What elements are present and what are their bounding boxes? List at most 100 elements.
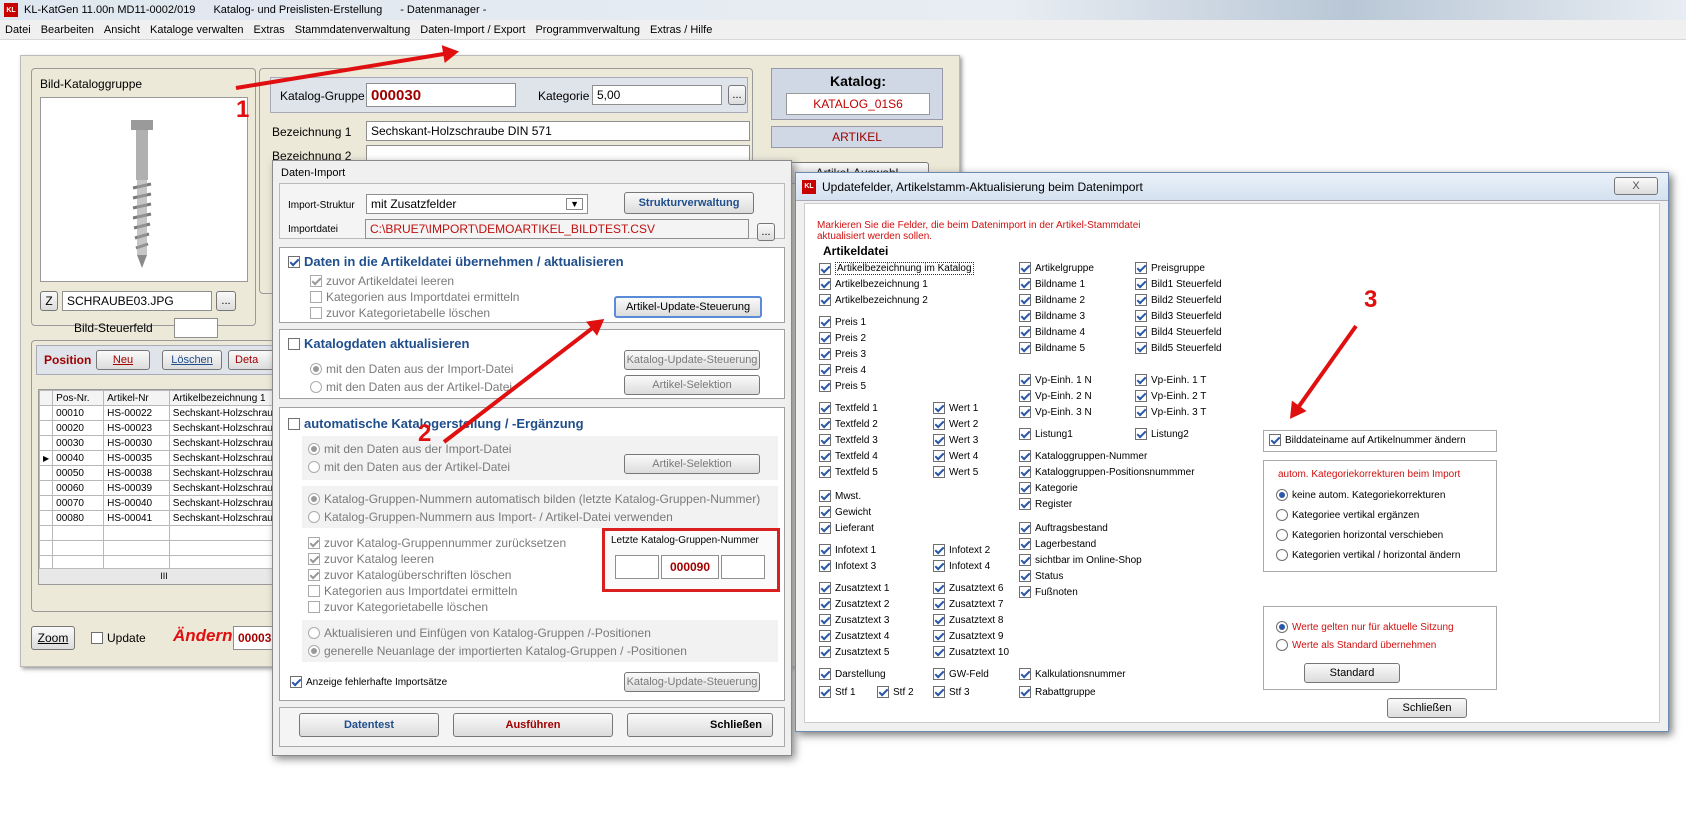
korr-keine-radio[interactable] bbox=[1276, 489, 1288, 501]
col1-checkbox[interactable] bbox=[819, 614, 831, 626]
korr-beide-radio[interactable] bbox=[1276, 549, 1288, 561]
col1-item[interactable]: Infotext 1 bbox=[819, 544, 876, 556]
nummern-datei-radio[interactable] bbox=[308, 511, 320, 523]
col1-checkbox[interactable] bbox=[819, 364, 831, 376]
col2-item[interactable]: Zusatztext 7 bbox=[933, 598, 1003, 610]
col3-item[interactable]: Auftragsbestand bbox=[1019, 522, 1108, 534]
col1-item[interactable]: Preis 1 bbox=[819, 316, 866, 328]
col2-checkbox[interactable] bbox=[933, 668, 945, 680]
col1-checkbox[interactable] bbox=[819, 646, 831, 658]
auto-artikel-selektion-button[interactable]: Artikel-Selektion bbox=[624, 454, 760, 474]
col2-checkbox[interactable] bbox=[933, 450, 945, 462]
image-filename-field[interactable]: SCHRAUBE03.JPG bbox=[62, 291, 212, 311]
col2-item[interactable]: Wert 1 bbox=[933, 402, 978, 414]
col3-checkbox[interactable] bbox=[1019, 390, 1031, 402]
col2-item[interactable]: Stf 2 bbox=[877, 686, 914, 698]
s3-kategorietabelle-loeschen-checkbox[interactable] bbox=[308, 601, 320, 613]
col3-item[interactable]: Kataloggruppen-Positionsnummmer bbox=[1019, 466, 1195, 478]
col3-item[interactable]: Rabattgruppe bbox=[1019, 686, 1096, 698]
col2-checkbox[interactable] bbox=[933, 402, 945, 414]
col1-item[interactable]: Preis 2 bbox=[819, 332, 866, 344]
ausfuehren-button[interactable]: Ausführen bbox=[453, 713, 613, 737]
bilddateiname-checkbox[interactable] bbox=[1269, 434, 1281, 446]
menu-kataloge[interactable]: Kataloge verwalten bbox=[145, 24, 249, 36]
artikel-update-steuerung-button[interactable]: Artikel-Update-Steuerung bbox=[614, 296, 762, 318]
col2-checkbox[interactable] bbox=[933, 630, 945, 642]
col2-item[interactable]: Stf 3 bbox=[933, 686, 970, 698]
col2-item[interactable]: Zusatztext 9 bbox=[933, 630, 1003, 642]
zoom-z-button[interactable]: Z bbox=[40, 291, 58, 311]
col4-item[interactable]: Vp-Einh. 2 T bbox=[1135, 390, 1206, 402]
col4-item[interactable]: Preisgruppe bbox=[1135, 262, 1205, 274]
katalog-leeren-checkbox[interactable] bbox=[308, 553, 320, 565]
col4-item[interactable]: Bild5 Steuerfeld bbox=[1135, 342, 1222, 354]
artikel-badge[interactable]: ARTIKEL bbox=[771, 126, 943, 148]
table-row[interactable]: 00070 HS-00040 Sechskant-Holzschraube bbox=[39, 495, 287, 511]
col3-item[interactable]: Register bbox=[1019, 498, 1072, 510]
col2-checkbox[interactable] bbox=[933, 434, 945, 446]
col4-checkbox[interactable] bbox=[1135, 342, 1147, 354]
col2-item[interactable]: Zusatztext 6 bbox=[933, 582, 1003, 594]
neu-button[interactable]: Neu bbox=[96, 350, 150, 370]
col1-checkbox[interactable] bbox=[819, 506, 831, 518]
col3-checkbox[interactable] bbox=[1019, 310, 1031, 322]
col3-checkbox[interactable] bbox=[1019, 450, 1031, 462]
col3-checkbox[interactable] bbox=[1019, 498, 1031, 510]
col3-item[interactable]: sichtbar im Online-Shop bbox=[1019, 554, 1142, 566]
col3-checkbox[interactable] bbox=[1019, 570, 1031, 582]
col2-item[interactable]: GW-Feld bbox=[933, 668, 989, 680]
standard-button[interactable]: Standard bbox=[1304, 663, 1400, 683]
table-row[interactable]: 00080 HS-00041 Sechskant-Holzschraube bbox=[39, 510, 287, 526]
col3-checkbox[interactable] bbox=[1019, 342, 1031, 354]
col3-item[interactable]: Artikelgruppe bbox=[1019, 262, 1094, 274]
col1-item[interactable]: Darstellung bbox=[819, 668, 886, 680]
col1-checkbox[interactable] bbox=[819, 560, 831, 572]
nummern-auto-radio[interactable] bbox=[308, 493, 320, 505]
col3-item[interactable]: Bildname 3 bbox=[1019, 310, 1085, 322]
col3-checkbox[interactable] bbox=[1019, 326, 1031, 338]
col1-checkbox[interactable] bbox=[819, 332, 831, 344]
col-header-bez[interactable]: Artikelbezeichnung 1 bbox=[168, 390, 287, 406]
col1-item[interactable]: Preis 5 bbox=[819, 380, 866, 392]
col1-checkbox[interactable] bbox=[819, 544, 831, 556]
menu-stammdaten[interactable]: Stammdatenverwaltung bbox=[290, 24, 416, 36]
col3-checkbox[interactable] bbox=[1019, 482, 1031, 494]
col3-checkbox[interactable] bbox=[1019, 538, 1031, 550]
col1-item[interactable]: Textfeld 3 bbox=[819, 434, 878, 446]
col3-item[interactable]: Bildname 4 bbox=[1019, 326, 1085, 338]
col4-item[interactable]: Bild4 Steuerfeld bbox=[1135, 326, 1222, 338]
katalog-artikel-radio[interactable] bbox=[310, 381, 322, 393]
menu-bearbeiten[interactable]: Bearbeiten bbox=[36, 24, 99, 36]
aktualisieren-einfuegen-radio[interactable] bbox=[308, 627, 320, 639]
artikel-selektion-button[interactable]: Artikel-Selektion bbox=[624, 375, 760, 395]
col3-item[interactable]: Kalkulationsnummer bbox=[1019, 668, 1126, 680]
letzte-nummer-value[interactable]: 000090 bbox=[661, 555, 719, 579]
col4-checkbox[interactable] bbox=[1135, 294, 1147, 306]
katalog-update-steuerung-button[interactable]: Katalog-Update-Steuerung bbox=[624, 350, 760, 370]
col3-checkbox[interactable] bbox=[1019, 586, 1031, 598]
col1-item[interactable]: Gewicht bbox=[819, 506, 871, 518]
col1-checkbox[interactable] bbox=[819, 582, 831, 594]
daten-uebernehmen-checkbox[interactable] bbox=[288, 255, 300, 268]
col2-checkbox[interactable] bbox=[933, 614, 945, 626]
col2-item[interactable]: Zusatztext 10 bbox=[933, 646, 1009, 658]
col3-checkbox[interactable] bbox=[1019, 428, 1031, 440]
col2-checkbox[interactable] bbox=[933, 598, 945, 610]
col1-item[interactable]: Artikelbezeichnung 1 bbox=[819, 278, 928, 290]
col3-checkbox[interactable] bbox=[1019, 374, 1031, 386]
col3-checkbox[interactable] bbox=[1019, 466, 1031, 478]
col2-checkbox[interactable] bbox=[933, 686, 945, 698]
col3-checkbox[interactable] bbox=[1019, 686, 1031, 698]
col1-checkbox[interactable] bbox=[819, 668, 831, 680]
col1-checkbox[interactable] bbox=[819, 380, 831, 392]
strukturverwaltung-button[interactable]: Strukturverwaltung bbox=[624, 192, 754, 214]
menu-programmverwaltung[interactable]: Programmverwaltung bbox=[530, 24, 645, 36]
col3-item[interactable]: Status bbox=[1019, 570, 1063, 582]
neuanlage-radio[interactable] bbox=[308, 645, 320, 657]
bez1-input[interactable]: Sechskant-Holzschraube DIN 571 bbox=[366, 121, 750, 141]
col1-item[interactable]: Textfeld 1 bbox=[819, 402, 878, 414]
col2-checkbox[interactable] bbox=[933, 582, 945, 594]
artikeldatei-leeren-checkbox[interactable] bbox=[310, 275, 322, 287]
col4-checkbox[interactable] bbox=[1135, 278, 1147, 290]
col1-item[interactable]: Preis 4 bbox=[819, 364, 866, 376]
